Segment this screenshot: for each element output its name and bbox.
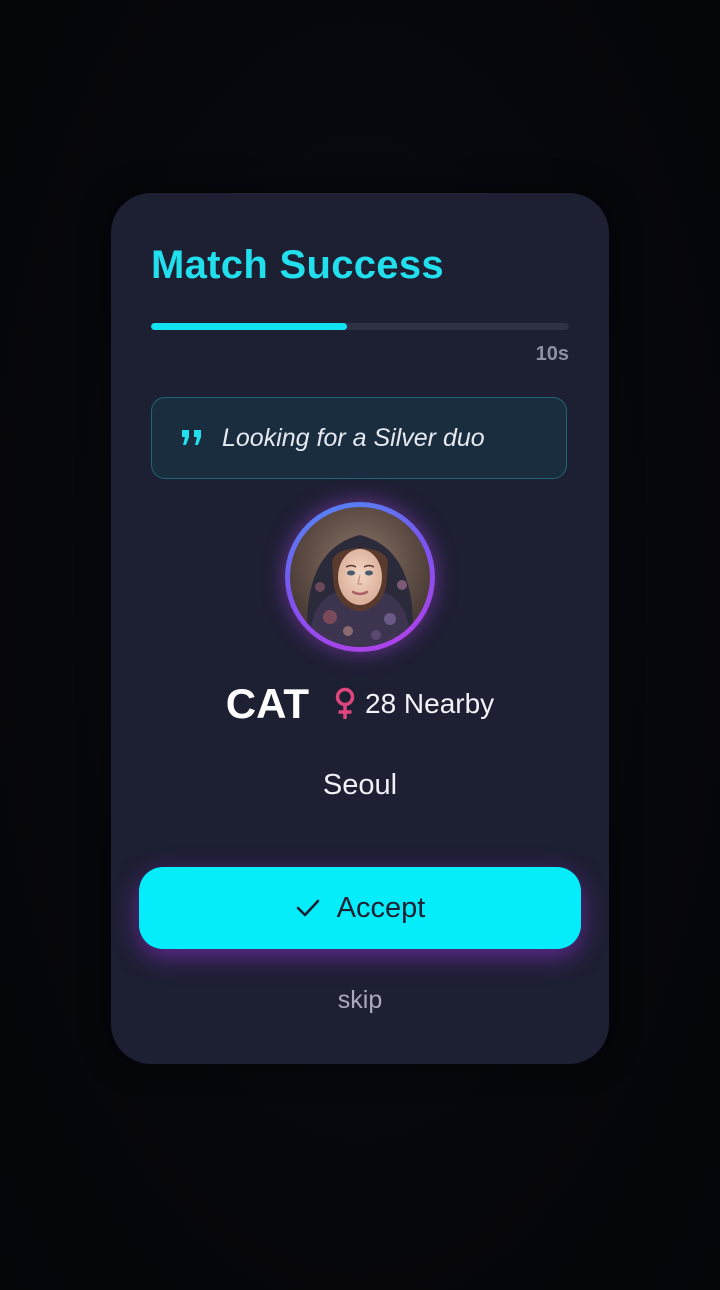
- screen-backdrop: Match Success 10s Looking for a Silver d…: [0, 0, 720, 1290]
- countdown-progress-bar: [151, 323, 569, 330]
- status-message-text: Looking for a Silver duo: [222, 423, 485, 452]
- accept-button-label: Accept: [336, 891, 426, 924]
- accept-button[interactable]: Accept: [139, 867, 581, 949]
- status-message-box: Looking for a Silver duo: [151, 397, 567, 479]
- profile-name: CAT: [225, 680, 309, 727]
- avatar[interactable]: [290, 507, 430, 647]
- countdown-progress-fill: [151, 323, 348, 330]
- countdown-timer: 10s: [535, 343, 569, 365]
- profile-city: Seoul: [322, 769, 398, 801]
- quote-icon: [180, 428, 206, 448]
- profile-details: 28 Nearby: [365, 688, 495, 719]
- female-symbol-icon: [333, 687, 357, 721]
- avatar-ring: [285, 502, 435, 652]
- dialog-title: Match Success: [151, 243, 444, 287]
- match-dialog: Match Success 10s Looking for a Silver d…: [111, 193, 609, 1064]
- check-icon: [295, 897, 321, 919]
- profile-name-row: CAT 28 Nearby: [111, 680, 609, 728]
- skip-link[interactable]: skip: [111, 986, 609, 1015]
